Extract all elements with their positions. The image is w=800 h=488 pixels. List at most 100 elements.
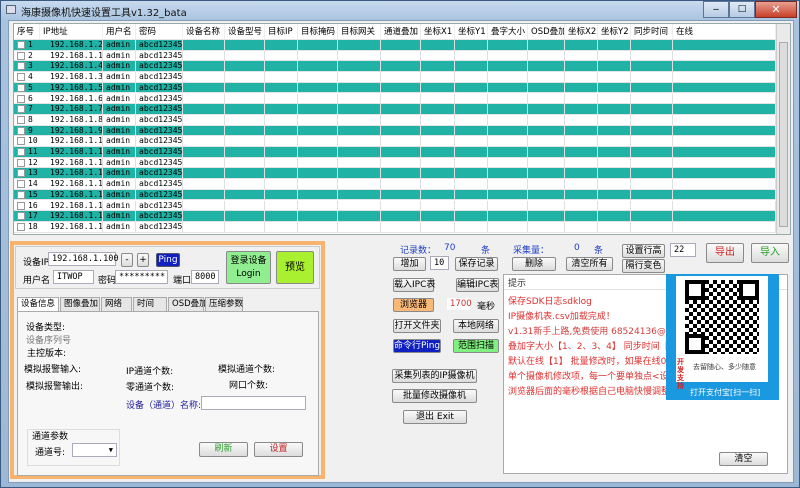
table-row[interactable]: 1 192.168.1.2 admin abcd123456 xyxy=(14,40,776,51)
table-row[interactable]: 10 192.168.1.10 admin abcd123456 xyxy=(14,136,776,147)
table-cell[interactable] xyxy=(598,61,631,72)
export-button[interactable]: 导出 xyxy=(706,243,744,263)
table-cell[interactable] xyxy=(183,40,225,50)
table-cell[interactable] xyxy=(565,147,598,157)
table-cell[interactable] xyxy=(488,211,528,221)
table-cell[interactable] xyxy=(225,157,265,168)
close-button[interactable]: ✕ xyxy=(755,1,797,18)
table-cell[interactable] xyxy=(338,104,381,114)
row-checkbox[interactable] xyxy=(17,201,25,210)
table-cell[interactable] xyxy=(183,189,225,200)
table-cell[interactable]: admin xyxy=(103,136,136,146)
table-cell[interactable]: 192.168.1.4 xyxy=(40,61,103,72)
table-cell[interactable] xyxy=(631,221,673,232)
column-header[interactable]: 坐标X2 xyxy=(565,24,598,39)
table-cell[interactable]: admin xyxy=(103,50,136,61)
table-cell[interactable] xyxy=(488,50,528,61)
table-row[interactable]: 9 192.168.1.9 admin abcd123456 xyxy=(14,125,776,137)
table-cell[interactable] xyxy=(455,211,488,221)
table-cell[interactable]: admin xyxy=(103,211,136,221)
table-cell[interactable]: 192.168.1.6 xyxy=(40,93,103,104)
alt-color-button[interactable]: 隔行变色 xyxy=(622,259,665,273)
table-cell[interactable] xyxy=(565,157,598,168)
table-cell[interactable] xyxy=(183,200,225,211)
table-cell[interactable] xyxy=(338,61,381,72)
table-cell[interactable]: 192.168.1.17 xyxy=(40,211,103,221)
table-cell[interactable] xyxy=(598,221,631,232)
table-cell[interactable] xyxy=(455,168,488,179)
row-checkbox[interactable] xyxy=(17,83,25,92)
table-cell[interactable] xyxy=(565,179,598,189)
table-cell[interactable] xyxy=(488,114,528,125)
table-cell[interactable]: abcd123456 xyxy=(136,189,183,200)
row-checkbox[interactable] xyxy=(17,212,25,221)
table-cell[interactable]: 192.168.1.14 xyxy=(40,179,103,189)
table-cell[interactable] xyxy=(265,50,298,61)
table-cell[interactable] xyxy=(381,125,421,136)
table-row[interactable]: 7 192.168.1.7 admin abcd123456 xyxy=(14,104,776,115)
table-cell[interactable] xyxy=(598,179,631,189)
table-cell[interactable]: abcd123456 xyxy=(136,40,183,50)
table-cell[interactable] xyxy=(673,61,776,72)
table-cell[interactable] xyxy=(565,221,598,232)
table-cell[interactable] xyxy=(381,93,421,104)
grid-scrollbar[interactable] xyxy=(776,24,790,234)
channel-select[interactable]: ▼ xyxy=(72,443,117,457)
table-cell[interactable] xyxy=(631,157,673,168)
table-cell[interactable] xyxy=(298,61,338,72)
load-ipc-button[interactable]: 载入IPC表 xyxy=(393,278,435,292)
login-button[interactable]: 登录设备 Login xyxy=(226,251,271,284)
table-cell[interactable] xyxy=(455,93,488,104)
table-cell[interactable] xyxy=(183,157,225,168)
refresh-button[interactable]: 刷新 xyxy=(199,442,248,457)
table-cell[interactable] xyxy=(265,157,298,168)
table-cell[interactable] xyxy=(381,114,421,125)
column-header[interactable]: 坐标Y2 xyxy=(598,24,631,39)
table-cell[interactable] xyxy=(183,93,225,104)
table-cell[interactable] xyxy=(598,50,631,61)
row-checkbox[interactable] xyxy=(17,190,25,199)
table-cell[interactable]: abcd123456 xyxy=(136,211,183,221)
exit-button[interactable]: 退出 Exit xyxy=(403,410,467,424)
table-cell[interactable] xyxy=(421,72,455,82)
save-record-button[interactable]: 保存记录 xyxy=(455,257,498,271)
password-input[interactable]: ********* xyxy=(115,270,168,284)
table-cell[interactable] xyxy=(528,200,565,211)
row-checkbox[interactable] xyxy=(17,158,25,167)
table-cell[interactable]: abcd123456 xyxy=(136,136,183,146)
table-cell[interactable] xyxy=(381,40,421,50)
table-cell[interactable] xyxy=(265,136,298,146)
table-cell[interactable] xyxy=(673,93,776,104)
cmd-ping-button[interactable]: 命令行Ping xyxy=(393,339,441,353)
table-cell[interactable] xyxy=(421,168,455,179)
table-cell[interactable] xyxy=(488,93,528,104)
table-cell[interactable] xyxy=(421,82,455,93)
table-cell[interactable] xyxy=(225,136,265,146)
table-cell[interactable] xyxy=(631,168,673,179)
table-cell[interactable]: admin xyxy=(103,125,136,136)
table-cell[interactable] xyxy=(488,82,528,93)
table-cell[interactable] xyxy=(598,114,631,125)
table-cell[interactable]: 192.168.1.8 xyxy=(40,114,103,125)
table-cell[interactable] xyxy=(265,189,298,200)
table-cell[interactable]: 192.168.1.5 xyxy=(40,82,103,93)
table-cell[interactable] xyxy=(673,104,776,114)
table-cell[interactable]: admin xyxy=(103,40,136,50)
table-cell[interactable] xyxy=(298,168,338,179)
table-cell[interactable] xyxy=(183,147,225,157)
row-checkbox[interactable] xyxy=(17,41,25,49)
table-cell[interactable] xyxy=(225,93,265,104)
table-cell[interactable] xyxy=(338,50,381,61)
clear-tips-button[interactable]: 清空 xyxy=(719,452,768,466)
table-cell[interactable] xyxy=(488,40,528,50)
ip-minus-button[interactable]: - xyxy=(121,253,133,267)
table-cell[interactable]: 192.168.1.10 xyxy=(40,136,103,146)
table-cell[interactable] xyxy=(673,136,776,146)
table-cell[interactable] xyxy=(528,211,565,221)
table-cell[interactable] xyxy=(338,136,381,146)
table-cell[interactable]: 192.168.1.13 xyxy=(40,168,103,179)
range-scan-button[interactable]: 范围扫描 xyxy=(453,339,499,353)
table-cell[interactable] xyxy=(183,211,225,221)
table-cell[interactable] xyxy=(528,157,565,168)
table-cell[interactable] xyxy=(421,125,455,136)
